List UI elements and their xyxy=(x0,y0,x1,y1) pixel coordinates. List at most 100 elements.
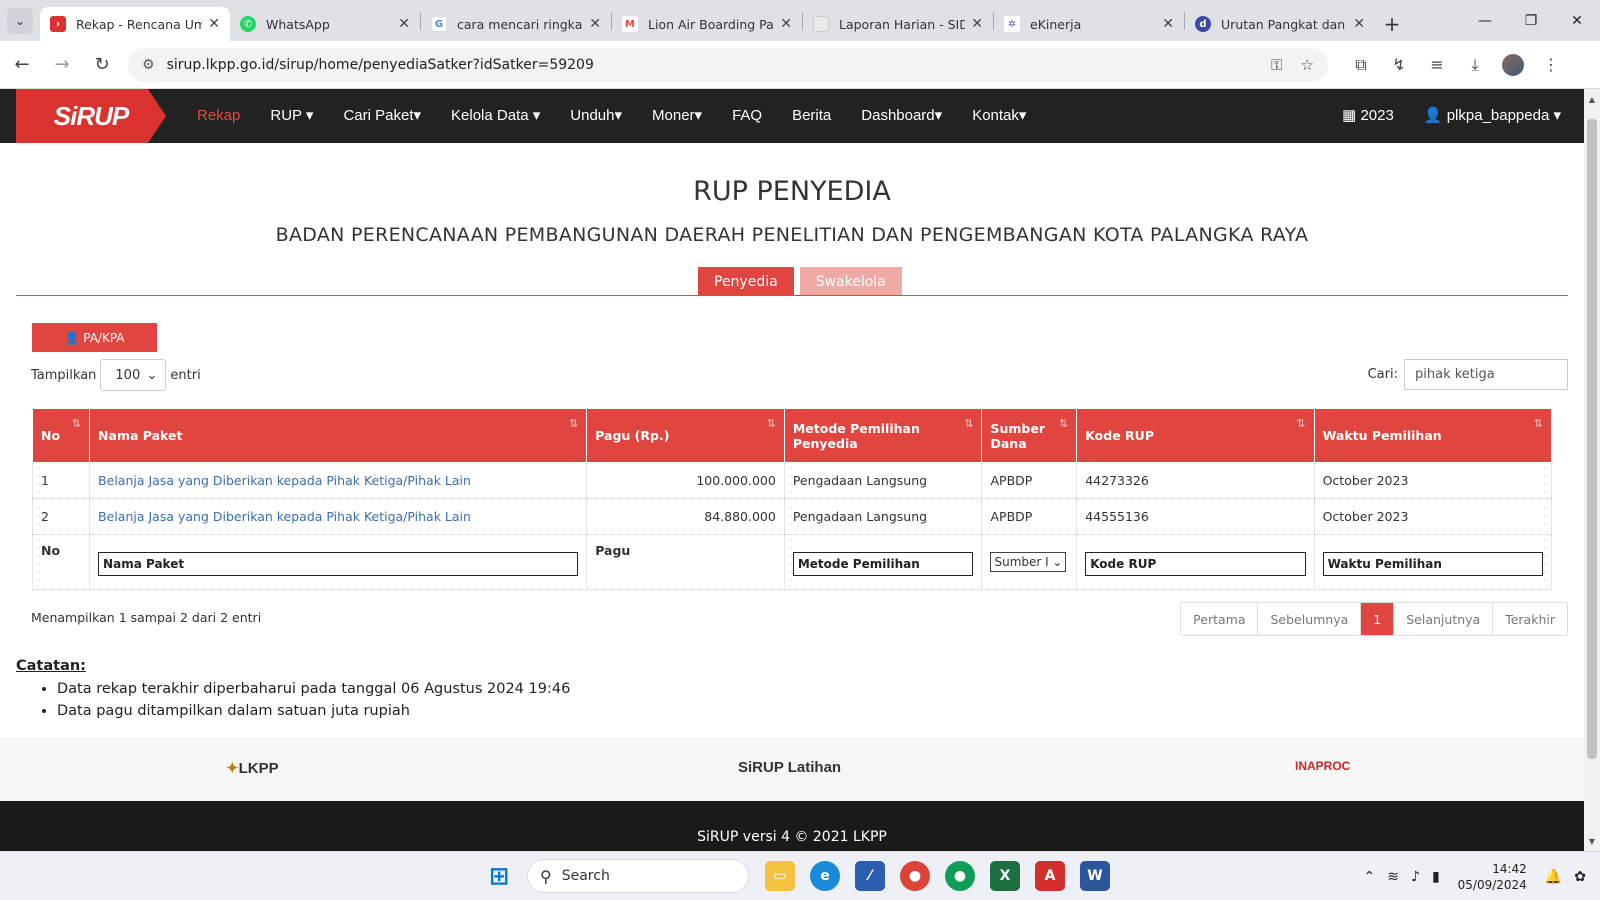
tab-penyedia[interactable]: Penyedia xyxy=(698,267,794,296)
nav-kontak[interactable]: Kontak▾ xyxy=(957,89,1041,143)
page-next[interactable]: Selanjutnya xyxy=(1394,603,1494,635)
reload-icon[interactable]: ↻ xyxy=(84,47,120,83)
avatar xyxy=(1502,53,1524,76)
sirup-latihan-logo[interactable]: SiRUP Latihan xyxy=(738,759,841,776)
menu-icon[interactable]: ⋮ xyxy=(1532,54,1570,76)
cell-nama-paket: Belanja Jasa yang Diberikan kepada Pihak… xyxy=(89,462,588,499)
wifi-icon[interactable]: ≋ xyxy=(1387,869,1399,885)
user-menu[interactable]: 👤 plkpa_bappeda ▾ xyxy=(1409,89,1576,143)
col-kode-rup[interactable]: Kode RUP ⇅ xyxy=(1076,408,1315,463)
col-waktu[interactable]: Waktu Pemilihan ⇅ xyxy=(1313,408,1553,463)
copilot-icon[interactable]: ✿ xyxy=(1574,869,1586,885)
clock[interactable]: 14:42 05/09/2024 xyxy=(1458,861,1527,893)
tab-search-button[interactable]: ⌄ xyxy=(0,0,40,41)
chrome-profile-icon[interactable]: ● xyxy=(945,861,975,891)
sirup-logo[interactable]: SiRUP xyxy=(16,89,166,143)
browser-tab-3[interactable]: M Lion Air Boarding Pa ✕ xyxy=(612,7,802,41)
scroll-up-icon[interactable]: ▲ xyxy=(1584,91,1600,107)
media-icon[interactable]: ≡ xyxy=(1418,54,1456,76)
close-icon[interactable]: ✕ xyxy=(398,16,410,32)
search-input[interactable] xyxy=(1404,359,1568,390)
col-sumber-dana[interactable]: Sumber Dana ⇅ xyxy=(981,408,1078,463)
restore-icon[interactable]: ❐ xyxy=(1508,0,1554,41)
taskbar-search[interactable]: ⚲ Search xyxy=(527,859,749,893)
app-icon[interactable]: ⁄ xyxy=(855,861,885,891)
tab-swakelola[interactable]: Swakelola xyxy=(799,267,902,296)
page-prev[interactable]: Sebelumnya xyxy=(1258,603,1362,635)
close-icon[interactable]: ✕ xyxy=(1162,16,1174,32)
nav-moner[interactable]: Moner▾ xyxy=(637,89,717,143)
volume-icon[interactable]: ♪ xyxy=(1411,869,1420,885)
page-current[interactable]: 1 xyxy=(1361,603,1395,635)
forward-icon[interactable]: → xyxy=(44,47,80,83)
close-icon[interactable]: ✕ xyxy=(589,16,601,32)
page-length-select[interactable]: 100 ⌄ xyxy=(100,359,167,391)
filter-waktu-cell xyxy=(1313,534,1553,590)
sirup-favicon-icon: › xyxy=(50,16,66,32)
edge-icon[interactable]: e xyxy=(810,861,840,891)
star-icon[interactable]: ☆ xyxy=(1301,56,1314,74)
page-last[interactable]: Terakhir xyxy=(1493,603,1567,635)
filter-waktu-input[interactable] xyxy=(1322,552,1543,576)
inaproc-logo[interactable]: INAPROC xyxy=(1295,759,1350,773)
nav-rekap[interactable]: Rekap xyxy=(182,89,255,143)
browser-tab-bar: ⌄ › Rekap - Rencana Um ✕ ✆ WhatsApp ✕ G … xyxy=(0,0,1600,41)
nav-berita[interactable]: Berita xyxy=(777,89,846,143)
scrollbar-thumb[interactable] xyxy=(1587,119,1597,759)
notes-section: Catatan: Data rekap terakhir diperbaharu… xyxy=(16,658,570,722)
year-selector[interactable]: ▦ 2023 xyxy=(1327,89,1409,143)
browser-tab-6[interactable]: d Urutan Pangkat dan ✕ xyxy=(1185,7,1375,41)
filter-nama-paket-input[interactable] xyxy=(98,552,579,576)
col-pagu[interactable]: Pagu (Rp.) ⇅ xyxy=(586,408,785,463)
col-no[interactable]: No ⇅ xyxy=(31,408,91,463)
download-icon[interactable]: ⤓ xyxy=(1456,54,1494,76)
col-nama-paket[interactable]: Nama Paket ⇅ xyxy=(89,408,588,463)
filter-metode-input[interactable] xyxy=(792,552,974,576)
browser-tab-0[interactable]: › Rekap - Rencana Um ✕ xyxy=(40,7,230,41)
nav-unduh[interactable]: Unduh▾ xyxy=(555,89,637,143)
new-tab-button[interactable]: + xyxy=(1375,7,1409,41)
site-info-icon[interactable]: ⚙ xyxy=(142,57,155,73)
nav-dashboard[interactable]: Dashboard▾ xyxy=(846,89,957,143)
close-icon[interactable]: ✕ xyxy=(780,16,792,32)
page-scrollbar[interactable]: ▲ ▼ xyxy=(1584,89,1600,851)
scroll-down-icon[interactable]: ▼ xyxy=(1584,833,1600,849)
nav-kelola-data[interactable]: Kelola Data ▾ xyxy=(436,89,555,143)
url-field[interactable]: ⚙ sirup.lkpp.go.id/sirup/home/penyediaSa… xyxy=(128,47,1328,82)
browser-tab-2[interactable]: G cara mencari ringkas ✕ xyxy=(421,7,611,41)
notification-icon[interactable]: 🔔 xyxy=(1545,869,1562,885)
lkpp-logo[interactable]: ✦LKPP xyxy=(226,759,279,777)
key-icon[interactable]: ⚿ xyxy=(1271,56,1282,74)
browser-tab-5[interactable]: ✲ eKinerja ✕ xyxy=(994,7,1184,41)
battery-icon[interactable]: ▮ xyxy=(1432,869,1440,885)
browser-tab-4[interactable]: Laporan Harian - SID ✕ xyxy=(803,7,993,41)
nav-rup[interactable]: RUP ▾ xyxy=(255,89,328,143)
windows-start-icon[interactable]: ⊞ xyxy=(484,861,514,891)
back-icon[interactable]: ← xyxy=(4,47,40,83)
filter-kode-input[interactable] xyxy=(1085,552,1306,576)
word-icon[interactable]: W xyxy=(1080,861,1110,891)
chrome-icon[interactable]: ● xyxy=(900,861,930,891)
acrobat-icon[interactable]: A xyxy=(1035,861,1065,891)
close-icon[interactable]: ✕ xyxy=(971,16,983,32)
performance-icon[interactable]: ↯ xyxy=(1380,54,1418,76)
col-metode[interactable]: Metode Pemilihan Penyedia ⇅ xyxy=(783,408,983,463)
filter-sumber-select[interactable]: Sumber I ⌄ xyxy=(990,552,1067,572)
close-icon[interactable]: ✕ xyxy=(208,16,220,32)
close-window-icon[interactable]: ✕ xyxy=(1554,0,1600,41)
file-explorer-icon[interactable]: ▭ xyxy=(765,861,795,891)
profile-avatar[interactable] xyxy=(1494,53,1532,76)
excel-icon[interactable]: X xyxy=(990,861,1020,891)
chevron-up-icon[interactable]: ⌃ xyxy=(1364,869,1376,885)
package-link[interactable]: Belanja Jasa yang Diberikan kepada Pihak… xyxy=(98,473,471,488)
browser-tab-1[interactable]: ✆ WhatsApp ✕ xyxy=(230,7,420,41)
package-link[interactable]: Belanja Jasa yang Diberikan kepada Pihak… xyxy=(98,509,471,524)
close-icon[interactable]: ✕ xyxy=(1353,16,1365,32)
pa-kpa-button[interactable]: 👤 PA/KPA xyxy=(32,323,157,352)
page-first[interactable]: Pertama xyxy=(1181,603,1259,635)
extensions-icon[interactable]: ⧉ xyxy=(1342,54,1380,76)
nav-faq[interactable]: FAQ xyxy=(717,89,777,143)
nav-cari-paket[interactable]: Cari Paket▾ xyxy=(328,89,436,143)
minimize-icon[interactable]: — xyxy=(1462,0,1508,41)
type-tabs: Penyedia Swakelola xyxy=(698,267,902,296)
